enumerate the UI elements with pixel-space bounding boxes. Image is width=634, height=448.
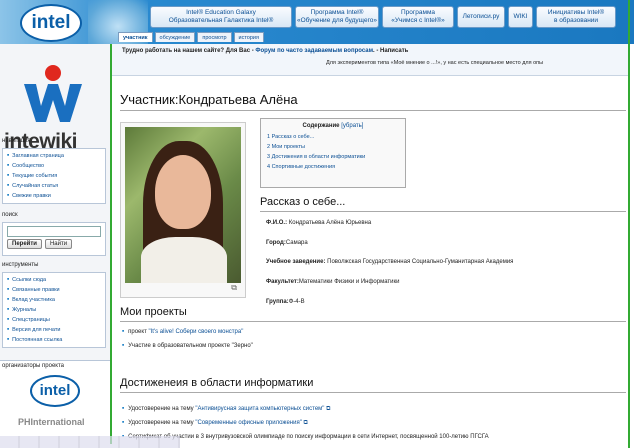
notice-line-2: Для экспериментов типа «Моё мнение о ...… bbox=[326, 60, 544, 66]
tab-view[interactable]: просмотр bbox=[197, 32, 232, 42]
user-photo[interactable] bbox=[125, 127, 241, 283]
tool-what-links-here[interactable]: Ссылки сюда bbox=[7, 275, 101, 285]
tool-permanent-link[interactable]: Постоянная ссылка bbox=[7, 335, 101, 345]
tools-portlet: Ссылки сюда Связанные правки Вклад участ… bbox=[2, 272, 106, 348]
title-divider bbox=[120, 110, 626, 111]
main-content: Трудно работать на нашем сайте? Для Вас … bbox=[112, 44, 628, 448]
toc-item-about[interactable]: 1 Рассказ о себе... bbox=[267, 132, 399, 142]
tool-user-contributions[interactable]: Вклад участника bbox=[7, 295, 101, 305]
external-link-icon[interactable]: ⧉ bbox=[304, 420, 308, 426]
page-title: Участник:Кондратьева Алёна bbox=[120, 92, 298, 107]
content-border-right bbox=[628, 0, 630, 448]
sidebar: intewiki Включайтесь. Учитесь. Действуйт… bbox=[0, 44, 110, 448]
intel-logo[interactable]: intel bbox=[20, 4, 82, 42]
search-input[interactable] bbox=[7, 226, 101, 237]
organizers-heading: организаторы проекта bbox=[2, 363, 64, 369]
photo-face bbox=[155, 155, 211, 229]
user-photo-thumbnail[interactable]: ⧉ bbox=[120, 122, 246, 298]
tab-letopisi[interactable]: Летописи.ру bbox=[457, 6, 505, 28]
tab-wiki[interactable]: WIKI bbox=[508, 6, 533, 28]
section-divider bbox=[120, 321, 626, 322]
field-group: Группа:Ф-4-В bbox=[266, 299, 305, 305]
tab-discussion[interactable]: обсуждение bbox=[154, 32, 196, 42]
table-of-contents: Содержание [убрать] 1 Рассказ о себе... … bbox=[260, 118, 406, 188]
tab-intel-initiatives[interactable]: Инициативы Intel® в образовании bbox=[536, 6, 616, 28]
tab-history[interactable]: история bbox=[233, 32, 264, 42]
tool-printable-version[interactable]: Версия для печати bbox=[7, 325, 101, 335]
photo-shirt bbox=[141, 237, 227, 283]
go-button[interactable]: Перейти bbox=[7, 239, 42, 249]
list-item: Удостоверение на тему "Антивирусная защи… bbox=[122, 402, 489, 416]
nav-item-main-page[interactable]: Заглавная страница bbox=[7, 151, 101, 161]
page-tabs: участник обсуждение просмотр история bbox=[118, 32, 264, 42]
intel-organizer-logo[interactable]: intel bbox=[30, 375, 80, 407]
site-notice: Трудно работать на нашем сайте? Для Вас … bbox=[112, 44, 628, 76]
find-button[interactable]: Найти bbox=[44, 239, 73, 249]
tool-related-changes[interactable]: Связанные правки bbox=[7, 285, 101, 295]
field-city: Город:Самара bbox=[266, 240, 308, 246]
search-buttons: Перейти Найти bbox=[7, 239, 105, 249]
tool-special-pages[interactable]: Спецстраницы bbox=[7, 315, 101, 325]
section-heading-about: Рассказ о себе... bbox=[260, 196, 346, 208]
tab-user-page[interactable]: участник bbox=[118, 32, 153, 42]
field-faculty: Факультет:Математики Физики и Информатик… bbox=[266, 279, 400, 285]
ph-international-logo[interactable]: PHInternational bbox=[18, 417, 85, 427]
list-item: Участие в образовательном проекте "Зерно… bbox=[122, 339, 253, 353]
toc-item-sports[interactable]: 4 Спортивные достижения bbox=[267, 162, 399, 172]
navigation-heading: навигация bbox=[2, 138, 31, 144]
external-link-icon[interactable]: ⧉ bbox=[326, 406, 330, 412]
tab-education-galaxy[interactable]: Intel® Education Galaxy Образовательная Г… bbox=[150, 6, 292, 28]
toc-item-projects[interactable]: 2 Мои проекты bbox=[267, 142, 399, 152]
nav-item-random-article[interactable]: Случайная статья bbox=[7, 181, 101, 191]
list-item: проект "It's alive! Собери своего монстр… bbox=[122, 325, 253, 339]
achievement-office-link[interactable]: "Современные офисные приложения" bbox=[195, 420, 302, 426]
top-navigation: Intel® Education Galaxy Образовательная Г… bbox=[150, 6, 616, 32]
enlarge-icon[interactable]: ⧉ bbox=[231, 283, 237, 293]
tools-heading: инструменты bbox=[2, 262, 39, 268]
section-divider bbox=[260, 211, 626, 212]
faq-forum-link[interactable]: Форум по часто задаваемым вопросам bbox=[255, 48, 373, 54]
taskbar-strip bbox=[0, 436, 180, 448]
achievement-antivirus-link[interactable]: "Антивирусная защита компьютерных систем… bbox=[195, 406, 324, 412]
field-school: Учебное заведение: Поволжская Государств… bbox=[266, 259, 514, 265]
tab-future-education[interactable]: Программа Intel® «Обучение для будущего» bbox=[295, 6, 379, 28]
projects-list: проект "It's alive! Собери своего монстр… bbox=[122, 325, 253, 353]
search-heading: поиск bbox=[2, 212, 18, 218]
nav-item-recent-changes[interactable]: Свежие правки bbox=[7, 191, 101, 201]
nav-item-current-events[interactable]: Текущие события bbox=[7, 171, 101, 181]
section-heading-achievements: Достиженеия в области информатики bbox=[120, 377, 314, 389]
tool-logs[interactable]: Журналы bbox=[7, 305, 101, 315]
organizers-portlet: организаторы проекта intel PHInternation… bbox=[0, 360, 110, 448]
list-item: Удостоверение на тему "Современные офисн… bbox=[122, 416, 489, 430]
tab-learning-with-intel[interactable]: Программа «Учимся с Intel®» bbox=[382, 6, 454, 28]
navigation-portlet: Заглавная страница Сообщество Текущие со… bbox=[2, 148, 106, 204]
section-heading-projects: Мои проекты bbox=[120, 306, 187, 318]
search-portlet: Перейти Найти bbox=[2, 222, 106, 256]
intewiki-w-logo[interactable] bbox=[22, 64, 84, 124]
toc-item-achievements[interactable]: 3 Достижения в области информатики bbox=[267, 152, 399, 162]
site-header: intel Intel® Education Galaxy Образовател… bbox=[0, 0, 634, 44]
nav-item-community[interactable]: Сообщество bbox=[7, 161, 101, 171]
notice-line-1: Трудно работать на нашем сайте? Для Вас … bbox=[122, 48, 409, 54]
toc-toggle[interactable]: [убрать] bbox=[341, 123, 363, 129]
section-divider bbox=[120, 392, 626, 393]
toc-title: Содержание [убрать] bbox=[302, 123, 364, 129]
field-fio: Ф.И.О.: Кондратьева Алёна Юрьевна bbox=[266, 220, 372, 226]
project-monster-link[interactable]: "It's alive! Собери своего монстра" bbox=[149, 329, 244, 335]
